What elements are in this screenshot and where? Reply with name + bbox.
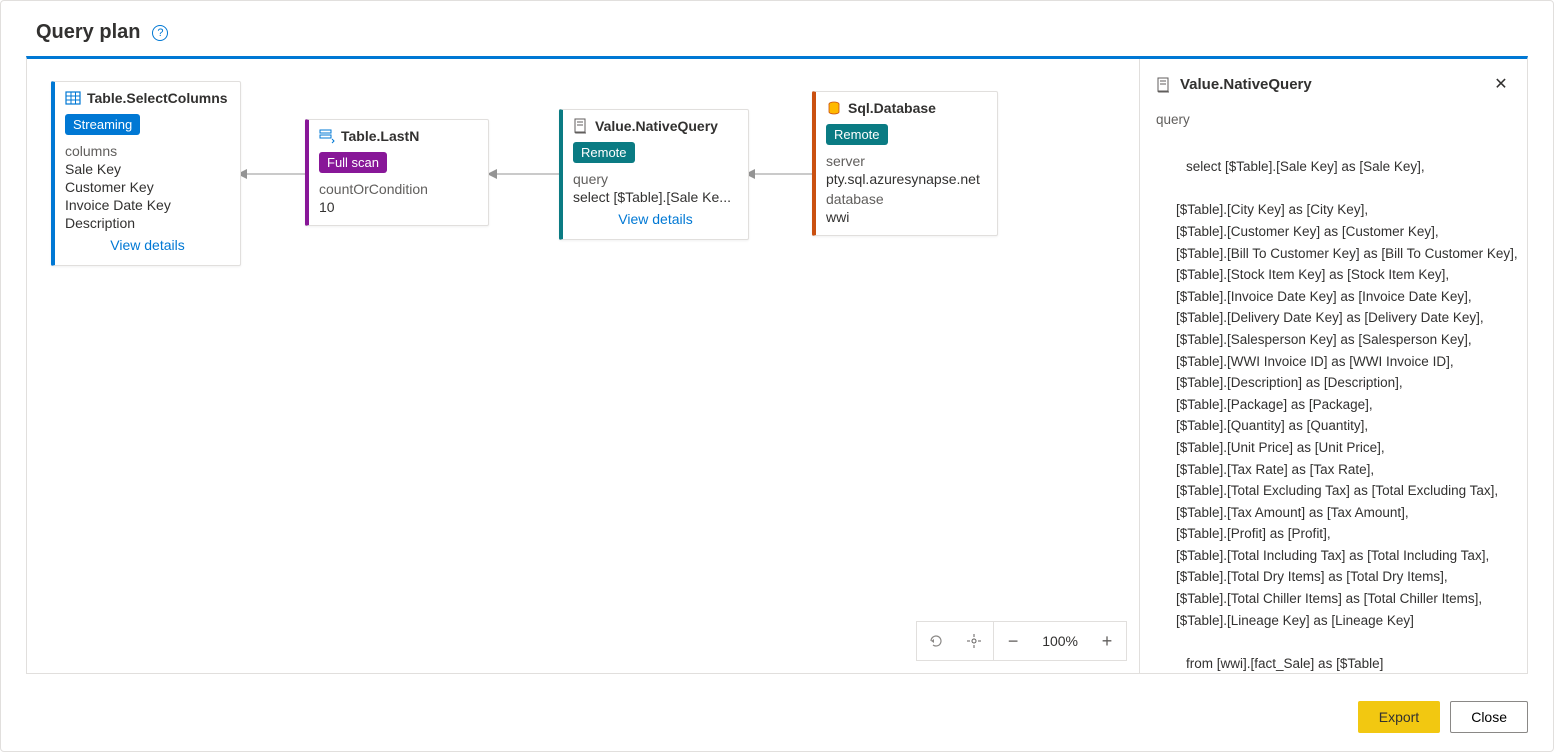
prop-label: query (573, 171, 738, 187)
zoom-controls: − 100% + (916, 621, 1127, 661)
node-table-selectcolumns[interactable]: Table.SelectColumns Streaming columns Sa… (51, 81, 241, 266)
badge-remote: Remote (826, 124, 888, 145)
sql-line: [$Table].[Delivery Date Key] as [Deliver… (1156, 307, 1511, 329)
sql-line: [$Table].[Total Excluding Tax] as [Total… (1156, 480, 1511, 502)
edge-arrow (237, 164, 307, 184)
close-button[interactable]: Close (1450, 701, 1528, 733)
export-button[interactable]: Export (1358, 701, 1440, 733)
node-value-nativequery[interactable]: Value.NativeQuery Remote query select [$… (559, 109, 749, 240)
query-plan-canvas[interactable]: Table.SelectColumns Streaming columns Sa… (27, 59, 1139, 673)
sql-line: from [wwi].[fact_Sale] as [$Table] (1186, 656, 1383, 671)
details-title: Value.NativeQuery (1180, 73, 1312, 97)
page-title: Query plan (36, 21, 140, 44)
prop-value: 10 (319, 199, 478, 215)
sql-line: [$Table].[Package] as [Package], (1156, 394, 1511, 416)
node-title: Table.SelectColumns (87, 90, 228, 106)
sql-line: [$Table].[Description] as [Description], (1156, 372, 1511, 394)
fit-view-button[interactable] (955, 622, 993, 660)
prop-label: database (826, 191, 987, 207)
dialog-header: Query plan ? (1, 1, 1553, 56)
details-panel: Value.NativeQuery ✕ query select [$Table… (1139, 59, 1527, 673)
prop-value: Invoice Date Key (65, 197, 230, 213)
badge-streaming: Streaming (65, 114, 140, 135)
sql-line: [$Table].[Quantity] as [Quantity], (1156, 415, 1511, 437)
prop-value: pty.sql.azuresynapse.net (826, 171, 987, 187)
node-table-lastn[interactable]: Table.LastN Full scan countOrCondition 1… (305, 119, 489, 226)
sql-line: [$Table].[Total Chiller Items] as [Total… (1156, 588, 1511, 610)
script-icon (1156, 77, 1172, 93)
sql-line: [$Table].[Total Including Tax] as [Total… (1156, 545, 1511, 567)
sql-line: [$Table].[Bill To Customer Key] as [Bill… (1156, 243, 1511, 265)
prop-value: wwi (826, 209, 987, 225)
details-query-label: query (1156, 109, 1511, 131)
node-sql-database[interactable]: Sql.Database Remote server pty.sql.azure… (812, 91, 998, 236)
edge-arrow (487, 164, 562, 184)
node-title: Table.LastN (341, 128, 419, 144)
sql-line: [$Table].[Unit Price] as [Unit Price], (1156, 437, 1511, 459)
details-sql: select [$Table].[Sale Key] as [Sale Key]… (1156, 135, 1511, 673)
prop-label: countOrCondition (319, 181, 478, 197)
sql-line: [$Table].[Salesperson Key] as [Salespers… (1156, 329, 1511, 351)
sql-line: [$Table].[WWI Invoice ID] as [WWI Invoic… (1156, 351, 1511, 373)
sql-line: [$Table].[Tax Rate] as [Tax Rate], (1156, 459, 1511, 481)
prop-value: Sale Key (65, 161, 230, 177)
prop-value: Customer Key (65, 179, 230, 195)
sql-line: [$Table].[Invoice Date Key] as [Invoice … (1156, 286, 1511, 308)
database-icon (826, 100, 842, 116)
sql-line: [$Table].[City Key] as [City Key], (1156, 199, 1511, 221)
prop-label: server (826, 153, 987, 169)
node-title: Value.NativeQuery (595, 118, 718, 134)
reset-view-button[interactable] (917, 622, 955, 660)
rows-icon (319, 128, 335, 144)
sql-line: [$Table].[Total Dry Items] as [Total Dry… (1156, 566, 1511, 588)
zoom-in-button[interactable]: + (1088, 622, 1126, 660)
sql-line: [$Table].[Tax Amount] as [Tax Amount], (1156, 502, 1511, 524)
workspace: Table.SelectColumns Streaming columns Sa… (26, 56, 1528, 674)
prop-value: select [$Table].[Sale Ke... (573, 189, 738, 205)
badge-remote: Remote (573, 142, 635, 163)
prop-value: Description (65, 215, 230, 231)
view-details-link[interactable]: View details (573, 205, 738, 229)
node-title: Sql.Database (848, 100, 936, 116)
zoom-value: 100% (1032, 633, 1088, 649)
view-details-link[interactable]: View details (65, 231, 230, 255)
help-icon[interactable]: ? (152, 25, 168, 41)
sql-line: [$Table].[Customer Key] as [Customer Key… (1156, 221, 1511, 243)
sql-line: [$Table].[Stock Item Key] as [Stock Item… (1156, 264, 1511, 286)
dialog-footer: Export Close (1358, 701, 1528, 733)
zoom-out-button[interactable]: − (994, 622, 1032, 660)
sql-line: [$Table].[Lineage Key] as [Lineage Key] (1156, 610, 1511, 632)
sql-line: [$Table].[Profit] as [Profit], (1156, 523, 1511, 545)
badge-fullscan: Full scan (319, 152, 387, 173)
script-icon (573, 118, 589, 134)
prop-label: columns (65, 143, 230, 159)
edge-arrow (745, 164, 815, 184)
close-panel-button[interactable]: ✕ (1491, 75, 1511, 95)
sql-line: select [$Table].[Sale Key] as [Sale Key]… (1186, 159, 1425, 174)
table-icon (65, 90, 81, 106)
